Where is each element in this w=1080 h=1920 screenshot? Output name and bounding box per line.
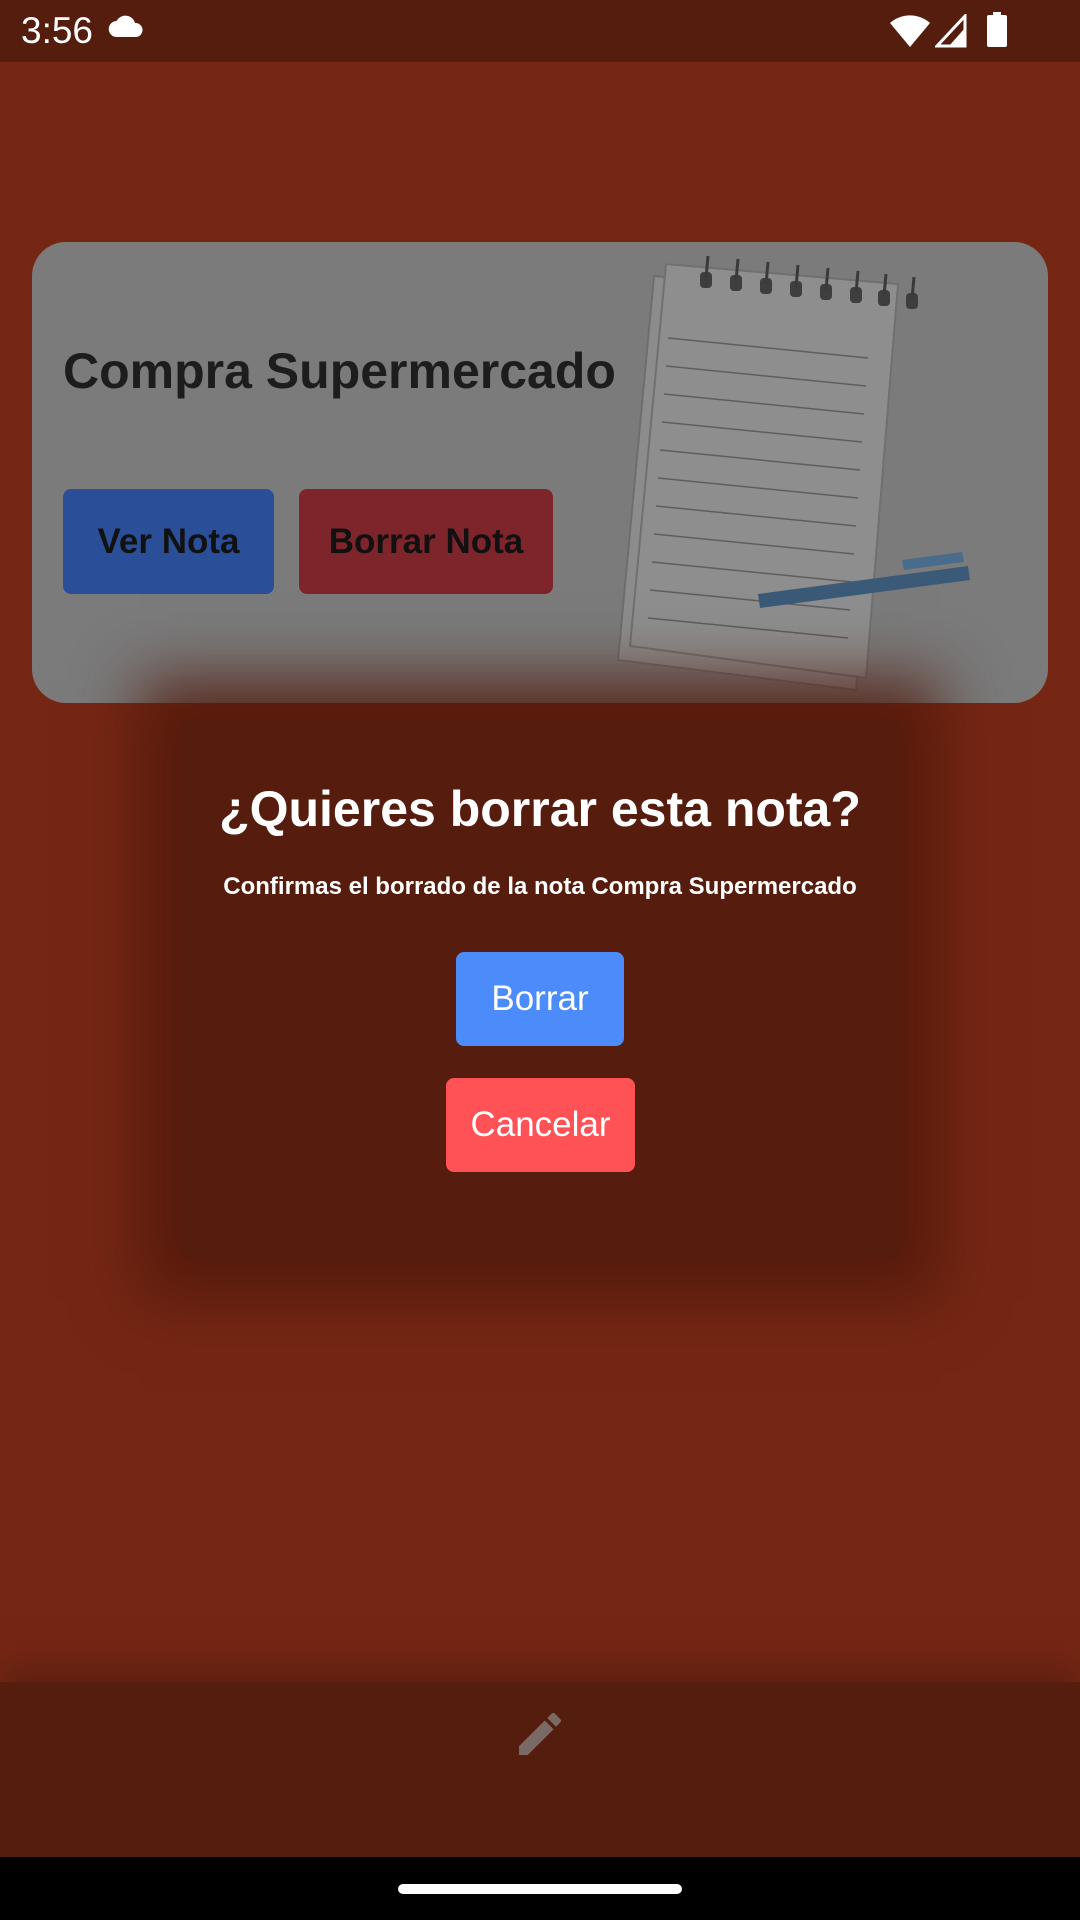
- status-time: 3:56: [21, 10, 94, 51]
- delete-note-button[interactable]: Borrar Nota: [299, 489, 553, 594]
- home-indicator[interactable]: [398, 1884, 682, 1894]
- edit-icon[interactable]: [512, 1706, 568, 1767]
- view-note-button[interactable]: Ver Nota: [63, 489, 274, 594]
- note-title: Compra Supermercado: [63, 343, 616, 399]
- signal-icon: [933, 12, 967, 53]
- dialog-title: ¿Quieres borrar esta nota?: [219, 781, 861, 837]
- wifi-icon: [890, 14, 930, 53]
- delete-confirmation-dialog: ¿Quieres borrar esta nota? Confirmas el …: [180, 720, 900, 1260]
- status-bar: 3:56: [0, 0, 1080, 62]
- note-card: Compra Supermercado Ver Nota Borrar Nota: [32, 242, 1048, 703]
- dialog-message: Confirmas el borrado de la nota Compra S…: [223, 873, 857, 900]
- cloud-icon: [108, 15, 144, 44]
- notebook-illustration: [572, 242, 992, 703]
- confirm-delete-button[interactable]: Borrar: [456, 952, 624, 1046]
- bottom-bar: [0, 1682, 1080, 1857]
- cancel-button[interactable]: Cancelar: [446, 1078, 635, 1172]
- navigation-bar: [0, 1857, 1080, 1920]
- battery-icon: [986, 12, 1008, 53]
